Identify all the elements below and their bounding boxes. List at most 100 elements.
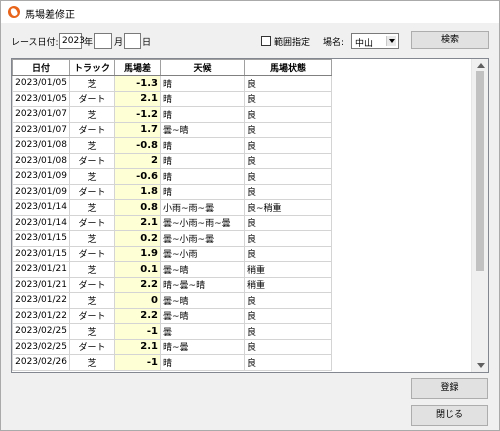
going-cell[interactable]: 良	[244, 292, 332, 309]
table-row[interactable]: 2023/01/07 ダート 1.7 曇~晴良	[12, 121, 332, 138]
track-variant-cell[interactable]: 2.1	[114, 214, 161, 231]
weather-cell[interactable]: 晴~曇	[160, 338, 245, 355]
track-cell[interactable]: ダート	[69, 214, 115, 231]
weather-cell[interactable]: 曇~晴	[160, 292, 245, 309]
track-variant-cell[interactable]: 2.2	[114, 276, 161, 293]
track-variant-cell[interactable]: 0.2	[114, 230, 161, 247]
scroll-down-icon[interactable]	[477, 363, 485, 368]
track-cell[interactable]: ダート	[69, 338, 115, 355]
weather-cell[interactable]: 曇~小雨~曇	[160, 230, 245, 247]
table-row[interactable]: 2023/01/21 芝 0.1 曇~晴 稍重	[12, 261, 332, 278]
going-cell[interactable]: 良	[244, 137, 332, 154]
track-variant-cell[interactable]: -1	[114, 354, 161, 371]
range-checkbox[interactable]	[261, 36, 271, 46]
table-row[interactable]: 2023/01/15 ダート 1.9 曇~小雨良	[12, 245, 332, 262]
register-button[interactable]: 登録	[411, 378, 488, 399]
weather-cell[interactable]: 曇~晴	[160, 307, 245, 324]
table-row[interactable]: 2023/02/26 芝 -1 晴良	[12, 354, 332, 371]
track-cell[interactable]: 芝	[69, 292, 115, 309]
going-cell[interactable]: 良	[244, 338, 332, 355]
going-cell[interactable]: 良~稍重	[244, 199, 332, 216]
track-cell[interactable]: ダート	[69, 121, 115, 138]
vertical-scrollbar[interactable]	[471, 59, 488, 372]
table-row[interactable]: 2023/01/14 ダート 2.1 曇~小雨~雨~曇良	[12, 214, 332, 231]
date-cell[interactable]: 2023/02/25	[12, 323, 70, 340]
track-cell[interactable]: 芝	[69, 230, 115, 247]
date-cell[interactable]: 2023/01/15	[12, 245, 70, 262]
track-variant-cell[interactable]: 1.7	[114, 121, 161, 138]
weather-cell[interactable]: 晴	[160, 183, 245, 200]
weather-cell[interactable]: 晴~曇~晴	[160, 276, 245, 293]
weather-cell[interactable]: 晴	[160, 168, 245, 185]
track-cell[interactable]: ダート	[69, 276, 115, 293]
date-cell[interactable]: 2023/01/08	[12, 152, 70, 169]
column-header[interactable]: 馬場差	[114, 59, 161, 76]
weather-cell[interactable]: 晴	[160, 106, 245, 123]
date-cell[interactable]: 2023/01/07	[12, 121, 70, 138]
going-cell[interactable]: 良	[244, 75, 332, 92]
track-variant-cell[interactable]: 1.9	[114, 245, 161, 262]
date-cell[interactable]: 2023/01/21	[12, 261, 70, 278]
column-header[interactable]: トラック	[69, 59, 115, 76]
track-variant-cell[interactable]: -1	[114, 323, 161, 340]
going-cell[interactable]: 良	[244, 168, 332, 185]
track-variant-cell[interactable]: 1.8	[114, 183, 161, 200]
weather-cell[interactable]: 晴	[160, 90, 245, 107]
table-row[interactable]: 2023/01/15 芝 0.2 曇~小雨~曇良	[12, 230, 332, 247]
track-variant-cell[interactable]: 2.1	[114, 90, 161, 107]
table-row[interactable]: 2023/01/14 芝 0.8 小雨~雨~曇 良~稍重	[12, 199, 332, 216]
date-cell[interactable]: 2023/02/25	[12, 338, 70, 355]
weather-cell[interactable]: 晴	[160, 75, 245, 92]
date-cell[interactable]: 2023/01/08	[12, 137, 70, 154]
date-cell[interactable]: 2023/01/05	[12, 75, 70, 92]
date-cell[interactable]: 2023/01/14	[12, 214, 70, 231]
table-row[interactable]: 2023/01/22 ダート 2.2 曇~晴良	[12, 307, 332, 324]
going-cell[interactable]: 良	[244, 245, 332, 262]
date-cell[interactable]: 2023/01/09	[12, 183, 70, 200]
table-row[interactable]: 2023/01/08 ダート 2 晴良	[12, 152, 332, 169]
date-cell[interactable]: 2023/01/09	[12, 168, 70, 185]
weather-cell[interactable]: 小雨~雨~曇	[160, 199, 245, 216]
track-variant-cell[interactable]: -0.6	[114, 168, 161, 185]
date-cell[interactable]: 2023/01/07	[12, 106, 70, 123]
track-variant-cell[interactable]: 0.1	[114, 261, 161, 278]
track-cell[interactable]: 芝	[69, 106, 115, 123]
date-cell[interactable]: 2023/01/14	[12, 199, 70, 216]
table-row[interactable]: 2023/01/22 芝 0 曇~晴良	[12, 292, 332, 309]
table-row[interactable]: 2023/01/05 芝 -1.3 晴良	[12, 75, 332, 92]
date-cell[interactable]: 2023/02/26	[12, 354, 70, 371]
weather-cell[interactable]: 曇	[160, 323, 245, 340]
column-header[interactable]: 天候	[160, 59, 245, 76]
column-header[interactable]: 馬場状態	[244, 59, 332, 76]
track-cell[interactable]: 芝	[69, 75, 115, 92]
weather-cell[interactable]: 曇~小雨~雨~曇	[160, 214, 245, 231]
search-button[interactable]: 検索	[411, 31, 489, 49]
date-cell[interactable]: 2023/01/05	[12, 90, 70, 107]
weather-cell[interactable]: 曇~晴	[160, 121, 245, 138]
table-row[interactable]: 2023/01/09 芝 -0.6 晴良	[12, 168, 332, 185]
month-input[interactable]	[94, 33, 112, 49]
column-header[interactable]: 日付	[12, 59, 70, 76]
table-row[interactable]: 2023/01/21 ダート 2.2 晴~曇~晴 稍重	[12, 276, 332, 293]
track-variant-cell[interactable]: 2.2	[114, 307, 161, 324]
track-variant-cell[interactable]: -0.8	[114, 137, 161, 154]
weather-cell[interactable]: 曇~小雨	[160, 245, 245, 262]
track-cell[interactable]: 芝	[69, 199, 115, 216]
track-variant-cell[interactable]: 2.1	[114, 338, 161, 355]
table-row[interactable]: 2023/01/09 ダート 1.8 晴良	[12, 183, 332, 200]
table-row[interactable]: 2023/02/25 芝 -1 曇良	[12, 323, 332, 340]
scroll-up-icon[interactable]	[477, 63, 485, 68]
going-cell[interactable]: 良	[244, 354, 332, 371]
going-cell[interactable]: 良	[244, 106, 332, 123]
day-input[interactable]	[124, 33, 141, 49]
track-cell[interactable]: 芝	[69, 261, 115, 278]
weather-cell[interactable]: 曇~晴	[160, 261, 245, 278]
track-variant-cell[interactable]: 2	[114, 152, 161, 169]
going-cell[interactable]: 良	[244, 90, 332, 107]
table-row[interactable]: 2023/01/05 ダート 2.1 晴良	[12, 90, 332, 107]
track-cell[interactable]: 芝	[69, 354, 115, 371]
going-cell[interactable]: 稍重	[244, 276, 332, 293]
close-button[interactable]: 閉じる	[411, 405, 488, 426]
going-cell[interactable]: 良	[244, 307, 332, 324]
track-cell[interactable]: ダート	[69, 90, 115, 107]
